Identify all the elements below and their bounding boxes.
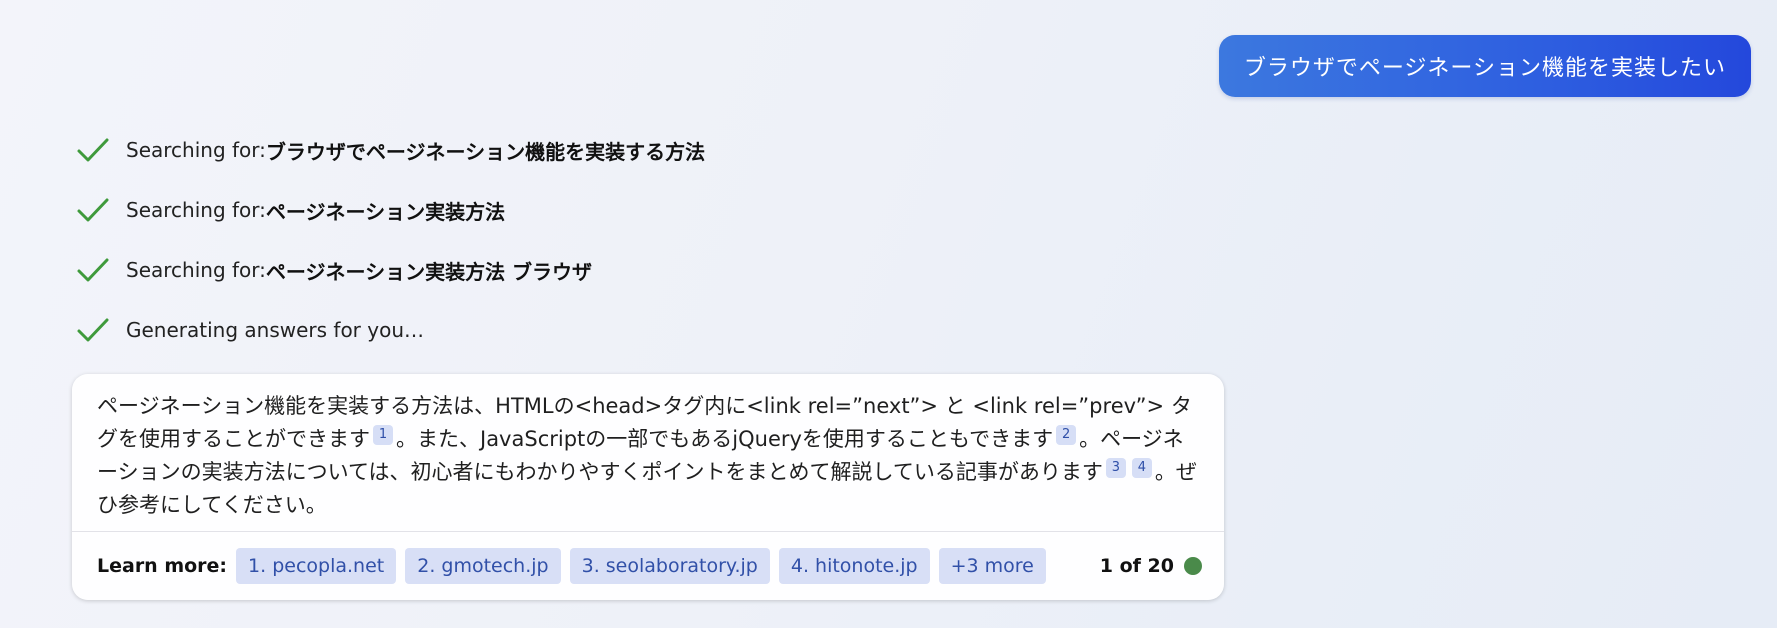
source-link-gmotech[interactable]: 2. gmotech.jp xyxy=(405,548,561,584)
status-row-search-3: Searching for: ページネーション実装方法 ブラウザ xyxy=(76,255,705,285)
more-sources-button[interactable]: +3 more xyxy=(938,548,1046,584)
answer-text: ページネーション機能を実装する方法は、HTMLの<head>タグ内に<link … xyxy=(72,374,1224,531)
citation-4[interactable]: 4 xyxy=(1131,458,1152,478)
status-prefix: Searching for: xyxy=(126,258,266,282)
status-query: ブラウザでページネーション機能を実装する方法 xyxy=(265,139,706,164)
check-icon xyxy=(77,318,109,342)
status-row-search-1: Searching for: ブラウザでページネーション機能を実装する方法 xyxy=(76,135,705,165)
status-row-generating: Generating answers for you… xyxy=(76,315,705,345)
check-icon xyxy=(77,198,109,222)
check-icon xyxy=(77,258,109,282)
source-link-pecopla[interactable]: 1. pecopla.net xyxy=(236,548,397,584)
status-generating-text: Generating answers for you… xyxy=(126,318,425,342)
status-query: ページネーション実装方法 xyxy=(265,199,506,224)
status-prefix: Searching for: xyxy=(126,138,266,162)
check-icon xyxy=(77,138,109,162)
answer-card: ページネーション機能を実装する方法は、HTMLの<head>タグ内に<link … xyxy=(72,374,1224,600)
citation-3[interactable]: 3 xyxy=(1105,458,1126,478)
status-row-search-2: Searching for: ページネーション実装方法 xyxy=(76,195,705,225)
answer-segment: 。また、JavaScriptの一部でもあるjQueryを使用することもできます xyxy=(396,427,1054,451)
learn-more-label: Learn more: xyxy=(97,555,228,577)
source-link-hitonote[interactable]: 4. hitonote.jp xyxy=(778,548,930,584)
user-message-bubble: ブラウザでページネーション機能を実装したい xyxy=(1218,35,1751,97)
citation-2[interactable]: 2 xyxy=(1056,425,1077,445)
status-query: ページネーション実装方法 ブラウザ xyxy=(265,259,593,284)
status-prefix: Searching for: xyxy=(126,198,266,222)
response-page-count: 1 of 20 xyxy=(1099,555,1174,577)
learn-more-footer: Learn more: 1. pecopla.net 2. gmotech.jp… xyxy=(72,532,1224,600)
search-status-list: Searching for: ブラウザでページネーション機能を実装する方法 Se… xyxy=(76,135,705,375)
citation-1[interactable]: 1 xyxy=(373,425,393,445)
status-dot-icon xyxy=(1184,557,1202,575)
source-link-seolaboratory[interactable]: 3. seolaboratory.jp xyxy=(569,548,770,584)
